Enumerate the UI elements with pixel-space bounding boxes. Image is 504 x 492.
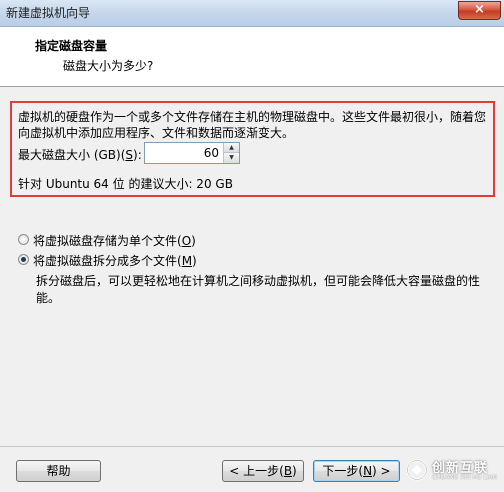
help-button[interactable]: 帮助: [16, 460, 101, 482]
wizard-header: 指定磁盘容量 磁盘大小为多少?: [0, 27, 504, 87]
next-button[interactable]: 下一步(N) >: [313, 460, 400, 482]
spin-down-icon[interactable]: ▼: [224, 153, 239, 163]
new-vm-wizard-window: 新建虚拟机向导 × 指定磁盘容量 磁盘大小为多少? 虚拟机的硬盘作为一个或多个文…: [0, 0, 504, 492]
store-single-key: O: [181, 234, 192, 248]
disk-size-stepper[interactable]: ▲ ▼: [144, 142, 240, 164]
watermark-subtext: CHUANG XIN HU LIAN: [432, 474, 498, 481]
next-suffix: ) >: [372, 464, 391, 478]
disk-description: 虚拟机的硬盘作为一个或多个文件存储在主机的物理磁盘中。这些文件最初很小，随着您向…: [18, 110, 487, 140]
back-suffix: ): [292, 464, 297, 478]
disk-size-input[interactable]: [145, 143, 223, 163]
disk-size-label: 最大磁盘大小 (GB)(S):: [18, 146, 142, 163]
footer-divider: [0, 446, 504, 447]
recommended-size-text: 针对 Ubuntu 64 位 的建议大小: 20 GB: [18, 177, 233, 191]
store-single-file-radio[interactable]: [18, 234, 29, 245]
back-button[interactable]: < 上一步(B): [222, 460, 304, 482]
store-single-file-label[interactable]: 将虚拟磁盘存储为单个文件(O): [33, 232, 196, 249]
split-description: 拆分磁盘后，可以更轻松地在计算机之间移动虚拟机，但可能会降低大容量磁盘的性能。: [36, 274, 481, 305]
back-key: B: [283, 464, 293, 478]
page-subtitle: 磁盘大小为多少?: [63, 59, 154, 73]
split-multiple-files-radio[interactable]: [18, 254, 29, 265]
disk-size-label-key: S: [125, 148, 134, 162]
split-suffix: ): [192, 254, 197, 268]
brand-logo-icon: [406, 459, 428, 481]
page-title: 指定磁盘容量: [35, 39, 108, 53]
disk-size-label-prefix: 最大磁盘大小 (GB)(: [18, 148, 126, 162]
disk-size-label-suffix: ):: [133, 148, 142, 162]
spin-up-icon[interactable]: ▲: [224, 143, 239, 153]
close-button[interactable]: ×: [458, 1, 501, 20]
next-key: N: [363, 464, 373, 478]
close-icon: ×: [474, 2, 485, 17]
split-prefix: 将虚拟磁盘拆分成多个文件(: [33, 254, 182, 268]
store-single-prefix: 将虚拟磁盘存储为单个文件(: [33, 234, 182, 248]
split-multiple-files-label[interactable]: 将虚拟磁盘拆分成多个文件(M): [33, 252, 197, 269]
next-prefix: 下一步(: [322, 464, 364, 478]
back-prefix: < 上一步(: [229, 464, 284, 478]
spin-buttons: ▲ ▼: [223, 143, 239, 163]
split-key: M: [181, 254, 193, 268]
watermark: 创新互联 CHUANG XIN HU LIAN: [406, 455, 502, 487]
store-single-suffix: ): [191, 234, 196, 248]
window-title: 新建虚拟机向导: [6, 6, 91, 20]
title-bar[interactable]: 新建虚拟机向导 ×: [0, 0, 504, 27]
